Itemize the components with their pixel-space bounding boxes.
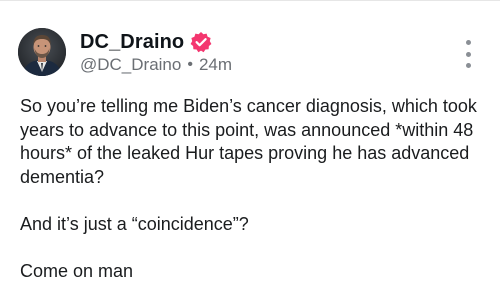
post-paragraph: Come on man [20, 260, 134, 281]
post-paragraph: So you’re telling me Biden’s cancer diag… [20, 96, 477, 187]
verified-badge-icon [190, 31, 212, 53]
author-name-row: DC_Draino [80, 30, 212, 54]
timestamp[interactable]: 24m [199, 55, 232, 75]
separator: • [187, 56, 193, 73]
more-dot [465, 40, 471, 45]
avatar-image [18, 28, 66, 76]
handle[interactable]: @DC_Draino [80, 55, 181, 75]
avatar[interactable] [18, 28, 66, 76]
post-body: So you’re telling me Biden’s cancer diag… [20, 95, 490, 307]
more-options-icon[interactable] [462, 40, 474, 68]
post-card: DC_Draino @DC_Draino • 24m So you’re tel… [0, 0, 500, 301]
display-name[interactable]: DC_Draino [80, 30, 184, 54]
more-dot [465, 51, 471, 57]
divider [0, 0, 500, 1]
post-paragraph: And it’s just a “coincidence”? [20, 213, 249, 234]
author-meta: @DC_Draino • 24m [80, 55, 232, 75]
more-dot [465, 63, 471, 68]
